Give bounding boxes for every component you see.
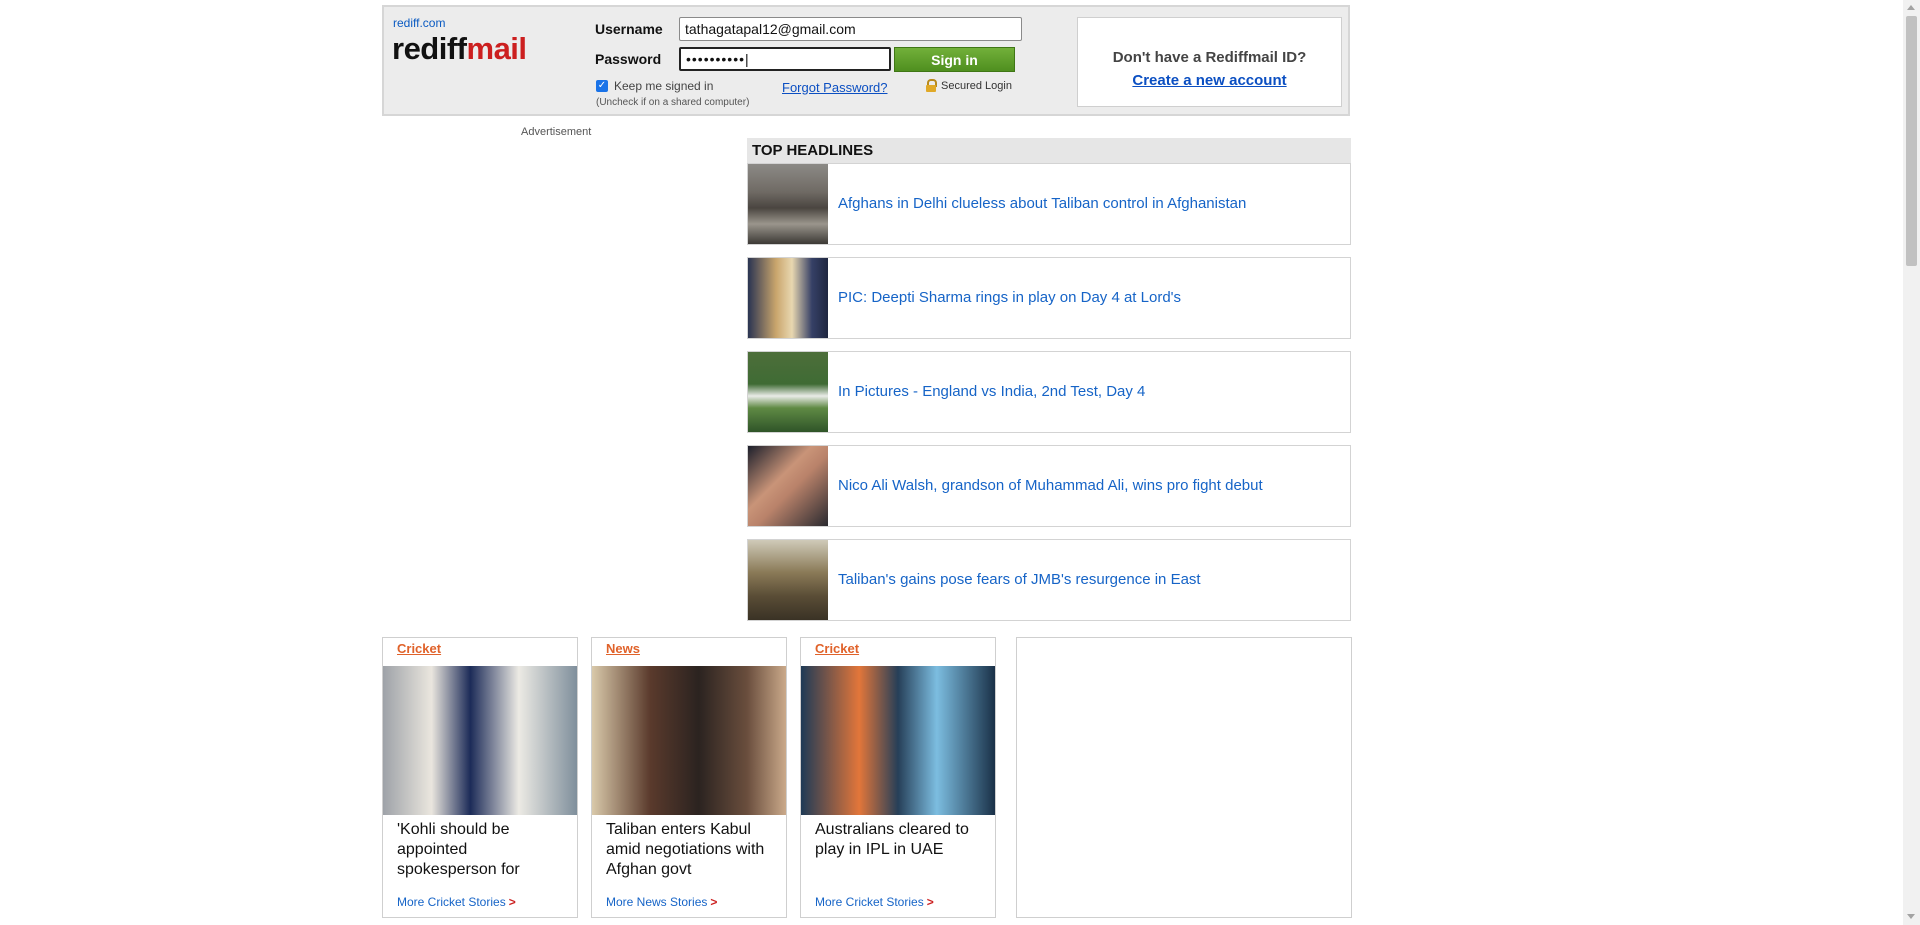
shared-computer-note: (Uncheck if on a shared computer) — [596, 97, 750, 108]
story-headline[interactable]: Taliban enters Kabul amid negotiations w… — [606, 820, 776, 880]
story-card-news: News Taliban enters Kabul amid negotiati… — [591, 637, 787, 918]
headline-link[interactable]: PIC: Deepti Sharma rings in play on Day … — [838, 258, 1181, 338]
headline-thumbnail[interactable] — [748, 446, 828, 526]
username-input[interactable]: tathagatapal12@gmail.com — [679, 17, 1022, 41]
category-link[interactable]: Cricket — [815, 641, 859, 656]
keep-signed-in-row[interactable]: ✓ Keep me signed in — [596, 79, 713, 93]
scroll-up-icon[interactable] — [1907, 5, 1915, 10]
story-image[interactable] — [801, 666, 995, 815]
scroll-down-icon[interactable] — [1907, 914, 1915, 919]
headline-item[interactable]: Nico Ali Walsh, grandson of Muhammad Ali… — [747, 445, 1351, 527]
chevron-right-icon: > — [508, 895, 516, 909]
more-stories-link[interactable]: More News Stories > — [606, 895, 717, 909]
keep-signed-in-checkbox[interactable]: ✓ — [596, 80, 608, 92]
signup-question: Don't have a Rediffmail ID? — [1112, 49, 1307, 66]
scrollbar-thumb[interactable] — [1906, 16, 1917, 266]
headline-item[interactable]: In Pictures - England vs India, 2nd Test… — [747, 351, 1351, 433]
headline-thumbnail[interactable] — [748, 258, 828, 338]
story-image[interactable] — [383, 666, 577, 815]
keep-signed-in-label: Keep me signed in — [614, 79, 714, 93]
story-card-cricket-2: Cricket Australians cleared to play in I… — [800, 637, 996, 918]
headline-thumbnail[interactable] — [748, 352, 828, 432]
lock-icon — [926, 79, 937, 92]
more-stories-label: More Cricket Stories — [397, 895, 506, 909]
category-link[interactable]: News — [606, 641, 640, 656]
top-headlines-title: TOP HEADLINES — [747, 138, 1351, 163]
more-stories-label: More Cricket Stories — [815, 895, 924, 909]
username-label: Username — [595, 21, 663, 37]
story-headline[interactable]: Australians cleared to play in IPL in UA… — [815, 820, 985, 880]
chevron-right-icon: > — [710, 895, 718, 909]
secured-login: Secured Login — [926, 79, 1012, 92]
story-headline[interactable]: 'Kohli should be appointed spokesperson … — [397, 820, 567, 880]
headline-item[interactable]: PIC: Deepti Sharma rings in play on Day … — [747, 257, 1351, 339]
forgot-password-link[interactable]: Forgot Password? — [782, 80, 888, 95]
headline-link[interactable]: In Pictures - England vs India, 2nd Test… — [838, 352, 1145, 432]
headline-thumbnail[interactable] — [748, 164, 828, 244]
logo-text-mail: mail — [466, 31, 528, 66]
rediffmail-logo[interactable]: rediffmail — [392, 31, 527, 67]
more-stories-link[interactable]: More Cricket Stories > — [815, 895, 934, 909]
headline-link[interactable]: Afghans in Delhi clueless about Taliban … — [838, 164, 1246, 244]
sign-in-button[interactable]: Sign in — [894, 47, 1015, 72]
category-link[interactable]: Cricket — [397, 641, 441, 656]
chevron-right-icon: > — [926, 895, 934, 909]
story-card-cricket: Cricket 'Kohli should be appointed spoke… — [382, 637, 578, 918]
rediff-home-link[interactable]: rediff.com — [393, 16, 445, 30]
signup-box: Don't have a Rediffmail ID? Create a new… — [1077, 17, 1342, 107]
story-image[interactable] — [592, 666, 786, 815]
ad-slot-box — [1016, 637, 1352, 918]
more-stories-link[interactable]: More Cricket Stories > — [397, 895, 516, 909]
password-label: Password — [595, 51, 662, 67]
more-stories-label: More News Stories — [606, 895, 708, 909]
headline-item[interactable]: Taliban's gains pose fears of JMB's resu… — [747, 539, 1351, 621]
password-input[interactable]: ••••••••••| — [679, 47, 891, 71]
page-scrollbar[interactable] — [1903, 0, 1920, 925]
secured-login-label: Secured Login — [941, 79, 1012, 92]
headline-link[interactable]: Nico Ali Walsh, grandson of Muhammad Ali… — [838, 446, 1263, 526]
login-bar: rediff.com rediffmail Username tathagata… — [382, 5, 1350, 116]
create-account-link[interactable]: Create a new account — [1078, 72, 1341, 89]
advertisement-label: Advertisement — [521, 126, 592, 138]
logo-text-rediff: rediff — [392, 31, 467, 66]
headline-item[interactable]: Afghans in Delhi clueless about Taliban … — [747, 163, 1351, 245]
headline-thumbnail[interactable] — [748, 540, 828, 620]
headline-link[interactable]: Taliban's gains pose fears of JMB's resu… — [838, 540, 1201, 620]
